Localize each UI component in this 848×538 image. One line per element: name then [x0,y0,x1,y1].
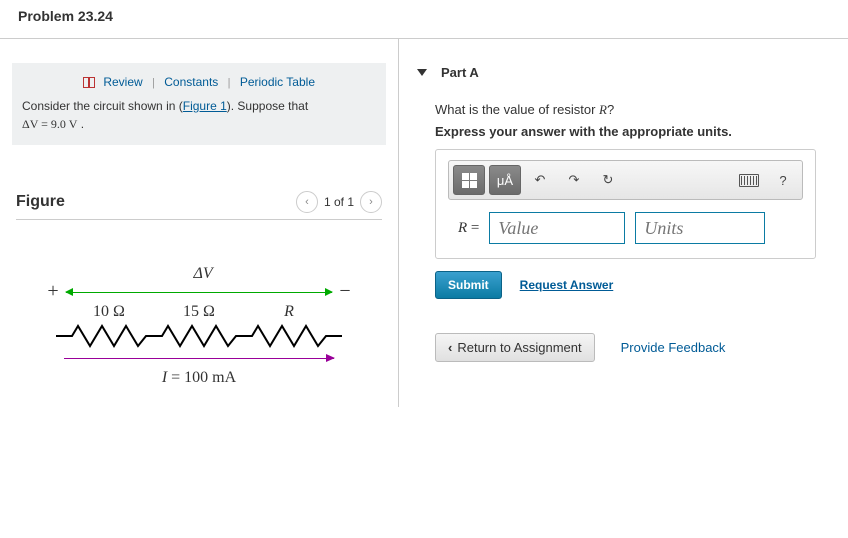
special-chars-button[interactable]: μÅ [489,165,521,195]
book-icon [83,77,95,89]
current-label: I = 100 mA [44,369,354,387]
figure-pager-label: 1 of 1 [324,195,354,209]
answer-variable: R = [458,220,479,237]
resistor-3 [244,323,334,349]
answer-box: μÅ ↶ ↷ ↻ ? R = [435,149,816,259]
resistor-1-label: 10 Ω [64,303,154,321]
page-title: Problem 23.24 [0,0,848,39]
redo-button[interactable]: ↷ [559,166,589,194]
plus-terminal: + [44,280,62,303]
figure-next-button[interactable]: › [360,191,382,213]
figure-heading: Figure [16,193,65,211]
provide-feedback-link[interactable]: Provide Feedback [621,340,726,355]
templates-button[interactable] [453,165,485,195]
delta-v-label: ΔV [194,265,213,283]
problem-prompt: Consider the circuit shown in (Figure 1)… [22,97,376,133]
minus-terminal: − [336,280,354,303]
figure-link[interactable]: Figure 1 [183,99,227,113]
current-arrow [64,353,334,365]
help-button[interactable]: ? [768,166,798,194]
collapse-icon[interactable] [417,69,427,76]
return-to-assignment-button[interactable]: ‹ Return to Assignment [435,333,595,362]
question-text: What is the value of resistor R? [435,102,834,118]
undo-button[interactable]: ↶ [525,166,555,194]
keyboard-button[interactable] [734,166,764,194]
value-input[interactable] [489,212,625,244]
submit-button[interactable]: Submit [435,271,502,299]
resistor-3-label: R [244,303,334,321]
circuit-figure: + ΔV − 10 Ω 15 Ω R [44,280,354,387]
constants-link[interactable]: Constants [164,75,218,89]
answer-instruction: Express your answer with the appropriate… [435,124,834,139]
separator: | [222,77,237,89]
reset-button[interactable]: ↻ [593,166,623,194]
problem-statement-box: Review | Constants | Periodic Table Cons… [12,63,386,145]
request-answer-link[interactable]: Request Answer [520,278,614,292]
periodic-table-link[interactable]: Periodic Table [240,75,315,89]
units-input[interactable] [635,212,765,244]
answer-toolbar: μÅ ↶ ↷ ↻ ? [448,160,803,200]
resistor-2 [154,323,244,349]
keyboard-icon [739,174,759,187]
resistor-2-label: 15 Ω [154,303,244,321]
chevron-left-icon: ‹ [448,340,452,355]
review-link[interactable]: Review [103,75,142,89]
resistor-1 [64,323,154,349]
separator: | [146,77,161,89]
part-label: Part A [441,65,479,80]
figure-prev-button[interactable]: ‹ [296,191,318,213]
